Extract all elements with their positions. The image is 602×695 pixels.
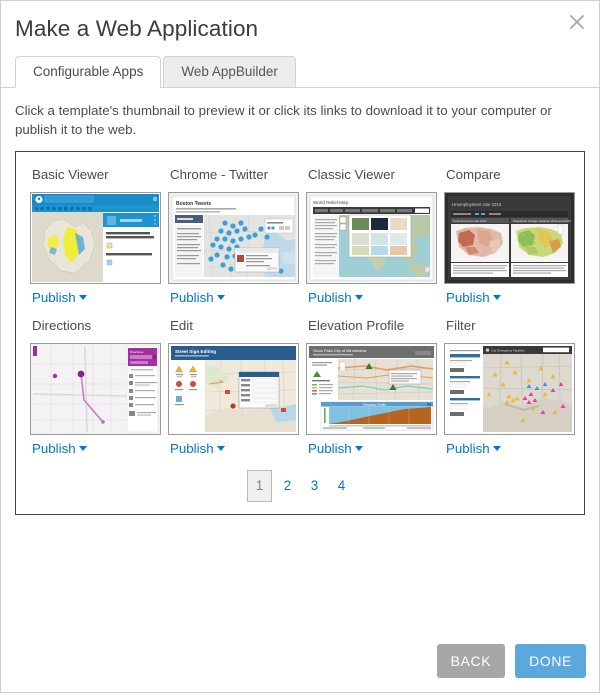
svg-text:Population change between 2010: Population change between 2010 and 2016 (513, 219, 571, 223)
publish-link[interactable]: Publish (32, 290, 87, 306)
chevron-down-icon (216, 295, 225, 300)
chevron-down-icon (216, 446, 225, 451)
svg-text:Boston Tweets: Boston Tweets (176, 201, 211, 207)
template-thumbnail-filter[interactable]: City Emergency Facilities (444, 343, 575, 435)
svg-text:Unemployment rate 2016: Unemployment rate 2016 (452, 202, 502, 207)
svg-text:Directions: Directions (130, 350, 144, 354)
template-title: Directions (32, 318, 92, 333)
template-card: Classic Viewer World Relief Map Publish (300, 162, 438, 307)
template-grid: Basic Viewer Publish Chrome - Twitter Bo… (24, 162, 576, 464)
publish-link[interactable]: Publish (308, 290, 363, 306)
svg-text:Unemployment rate 2017: Unemployment rate 2017 (453, 219, 487, 223)
page-2[interactable]: 2 (276, 471, 299, 501)
tab-web-appbuilder[interactable]: Web AppBuilder (163, 56, 296, 88)
template-gallery-panel: Basic Viewer Publish Chrome - Twitter Bo… (15, 151, 585, 515)
template-card: Basic Viewer Publish (24, 162, 162, 307)
svg-text:City Emergency Facilities: City Emergency Facilities (491, 349, 525, 353)
chevron-down-icon (492, 295, 501, 300)
publish-label: Publish (446, 441, 490, 456)
chevron-down-icon (354, 295, 363, 300)
template-card: Edit Street Sign Editing Publish (162, 313, 300, 458)
template-card: Compare Unemployment rate 2016 Unemploym… (438, 162, 576, 307)
page-4[interactable]: 4 (330, 471, 353, 501)
template-title: Elevation Profile (308, 318, 405, 333)
template-thumbnail-edit[interactable]: Street Sign Editing (168, 343, 299, 435)
template-title: Edit (170, 318, 193, 333)
template-card: Filter City Emergency Facilities Publish (438, 313, 576, 458)
template-card: Elevation Profile Sioux Falls City of Mi… (300, 313, 438, 458)
make-web-application-dialog: Make a Web Application Configurable Apps… (0, 0, 600, 693)
template-thumbnail-basic-viewer[interactable] (30, 192, 161, 284)
chevron-down-icon (78, 295, 87, 300)
publish-label: Publish (308, 441, 352, 456)
page-title: Make a Web Application (15, 16, 259, 41)
instructions-text: Click a template's thumbnail to preview … (15, 103, 552, 137)
publish-link[interactable]: Publish (170, 290, 225, 306)
publish-label: Publish (32, 441, 76, 456)
dialog-footer: BACK DONE (1, 515, 599, 692)
pagination: 1234 (24, 470, 576, 502)
footer-buttons: BACK DONE (427, 644, 586, 678)
chevron-down-icon (492, 446, 501, 451)
template-card: Chrome - Twitter Boston Tweets Publish (162, 162, 300, 307)
template-title: Chrome - Twitter (170, 167, 269, 182)
publish-link[interactable]: Publish (446, 290, 501, 306)
publish-label: Publish (170, 290, 214, 305)
tab-configurable-apps[interactable]: Configurable Apps (15, 56, 162, 88)
publish-label: Publish (170, 441, 214, 456)
publish-label: Publish (32, 290, 76, 305)
template-title: Basic Viewer (32, 167, 109, 182)
svg-text:World Relief Map: World Relief Map (313, 200, 349, 205)
chevron-down-icon (354, 446, 363, 451)
publish-label: Publish (308, 290, 352, 305)
template-thumbnail-compare[interactable]: Unemployment rate 2016 Unemployment rate… (444, 192, 575, 284)
tab-strip: Configurable Apps Web AppBuilder (1, 56, 599, 88)
tab-configurable-apps-label: Configurable Apps (33, 64, 144, 79)
svg-text:Elevation Profile: Elevation Profile (363, 403, 386, 407)
publish-link[interactable]: Publish (446, 441, 501, 457)
dialog-header: Make a Web Application (1, 1, 599, 44)
template-card: Directions Directions Publish (24, 313, 162, 458)
template-thumbnail-classic-viewer[interactable]: World Relief Map (306, 192, 437, 284)
page-1: 1 (247, 470, 272, 502)
publish-link[interactable]: Publish (32, 441, 87, 457)
close-icon[interactable] (565, 10, 589, 34)
chevron-down-icon (78, 446, 87, 451)
publish-link[interactable]: Publish (308, 441, 363, 457)
template-thumbnail-directions[interactable]: Directions (30, 343, 161, 435)
template-thumbnail-elevation-profile[interactable]: Sioux Falls City of Minnehaha Elevation … (306, 343, 437, 435)
template-title: Compare (446, 167, 501, 182)
svg-text:Street Sign Editing: Street Sign Editing (175, 349, 216, 354)
page-3[interactable]: 3 (303, 471, 326, 501)
publish-link[interactable]: Publish (170, 441, 225, 457)
template-title: Filter (446, 318, 476, 333)
publish-label: Publish (446, 290, 490, 305)
template-title: Classic Viewer (308, 167, 395, 182)
template-thumbnail-chrome-twitter[interactable]: Boston Tweets (168, 192, 299, 284)
done-button[interactable]: DONE (515, 644, 586, 678)
svg-text:Sioux Falls City of Minnehaha: Sioux Falls City of Minnehaha (313, 348, 367, 353)
tab-web-appbuilder-label: Web AppBuilder (181, 64, 278, 79)
back-button[interactable]: BACK (436, 644, 506, 678)
